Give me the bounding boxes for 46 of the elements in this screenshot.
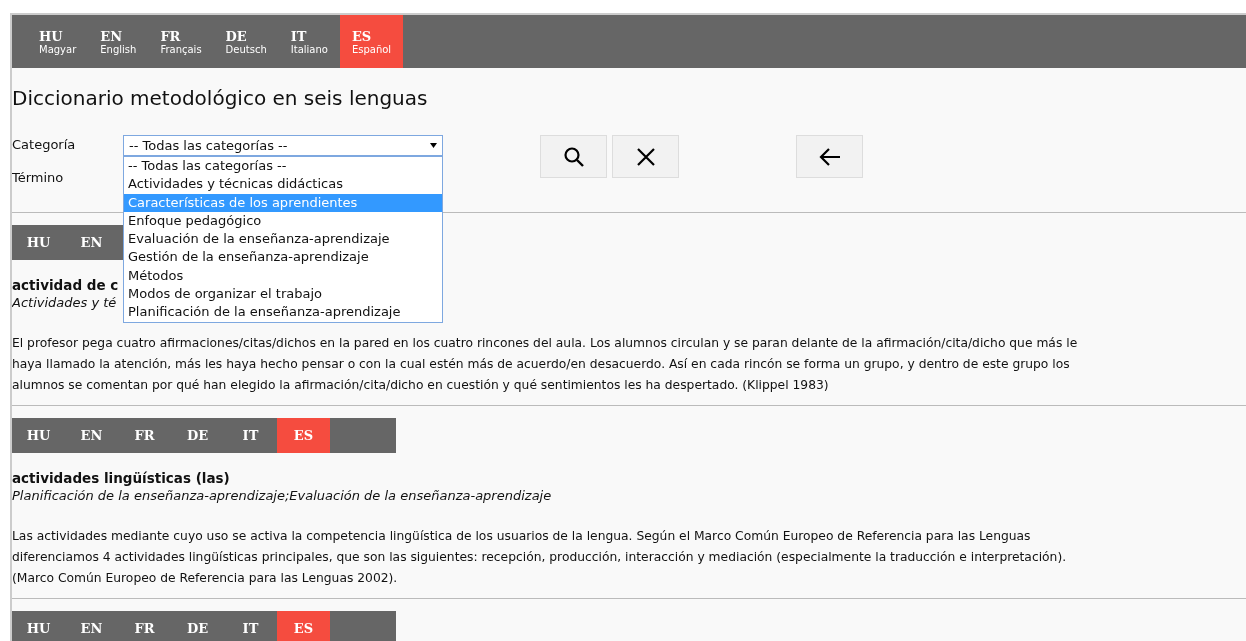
close-icon xyxy=(634,145,657,168)
entry-category: Planificación de la enseñanza-aprendizaje;Evaluación de la enseñanza-aprendizaje xyxy=(12,488,552,503)
language-tab[interactable]: EN English xyxy=(88,15,149,68)
category-select[interactable]: -- Todas las categorías -- xyxy=(123,135,443,156)
arrow-left-icon xyxy=(817,146,842,167)
page-title: Diccionario metodológico en seis lenguas xyxy=(12,85,429,112)
language-tab[interactable]: HU Magyar xyxy=(27,15,89,68)
dropdown-option[interactable]: Métodos xyxy=(124,266,442,286)
language-tab[interactable]: HU xyxy=(12,611,65,641)
dropdown-option[interactable]: Evaluación de la enseñanza-aprendizaje xyxy=(124,230,442,249)
entry-term: actividad de c xyxy=(12,277,119,293)
language-tab[interactable]: FR Français xyxy=(148,15,214,68)
category-label: Categoría xyxy=(12,137,77,152)
language-tab[interactable]: DE xyxy=(171,418,224,453)
dropdown-option[interactable]: Gestión de la enseñanza-aprendizaje xyxy=(124,248,442,267)
language-tab[interactable]: FR xyxy=(118,418,171,453)
dropdown-option[interactable]: Características de los aprendientes xyxy=(124,193,442,212)
search-icon xyxy=(561,144,586,169)
language-tab[interactable]: ES Español xyxy=(339,15,404,68)
entry-term: actividades lingüísticas (las) xyxy=(12,470,230,486)
back-button[interactable] xyxy=(796,135,863,178)
language-tab[interactable]: EN xyxy=(65,225,118,260)
search-button[interactable] xyxy=(540,135,607,178)
language-tab[interactable]: IT xyxy=(224,418,277,453)
dropdown-option[interactable]: Actividades y técnicas didácticas xyxy=(124,175,442,194)
language-tab[interactable]: FR xyxy=(118,611,171,641)
term-label: Término xyxy=(12,170,65,185)
language-tab[interactable]: ES xyxy=(277,418,330,453)
dropdown-option[interactable]: -- Todas las categorías -- xyxy=(124,157,442,176)
language-tab[interactable]: IT Italiano xyxy=(278,15,340,68)
language-tab[interactable]: HU xyxy=(12,225,65,260)
entry-definition: Las actividades mediante cuyo uso se activa la competencia lingüística de los usuarios de la lengua. Según el Marco Común Europeo de Referencia para las Lenguas diferenciamos 4 actividades lingüísticas principales, que son las siguientes: recepción, producción, interacción y mediación (especialmente la traducción e interpretación). (Marco Común Europeo de Referencia para las Lenguas 2002). xyxy=(12,528,1067,587)
language-tab[interactable]: ES xyxy=(277,611,330,641)
dropdown-option[interactable]: Modos de organizar el trabajo xyxy=(124,285,442,304)
entry-category: Actividades y té xyxy=(12,295,117,310)
language-tab[interactable]: EN xyxy=(65,418,118,453)
entry-definition: El profesor pega cuatro afirmaciones/citas/dichos en la pared en los cuatro rincones del aula. Los alumnos circulan y se paran delante de la afirmación/cita/dicho que más le haya llamado la atención, más les haya hecho pensar o con la cual estén más de acuerdo/en desacuerdo. Así en cada rincón se forma un grupo, y dentro de este grupo los alumnos se comentan por qué han elegido la afirmación/cita/dicho en cuestión y qué sentimientos les ha despertado. (Klippel 1983) xyxy=(12,335,1078,394)
dropdown-option[interactable]: Enfoque pedagógico xyxy=(124,211,442,231)
language-tab[interactable]: DE xyxy=(171,611,224,641)
language-tab[interactable]: HU xyxy=(12,418,65,453)
caret-icon xyxy=(430,143,437,148)
language-tab[interactable]: IT xyxy=(224,611,277,641)
language-tab[interactable]: DE Deutsch xyxy=(213,15,279,68)
language-tab[interactable]: EN xyxy=(65,611,118,641)
clear-button[interactable] xyxy=(612,135,679,178)
dropdown-option[interactable]: Planificación de la enseñanza-aprendizaje xyxy=(124,303,442,322)
